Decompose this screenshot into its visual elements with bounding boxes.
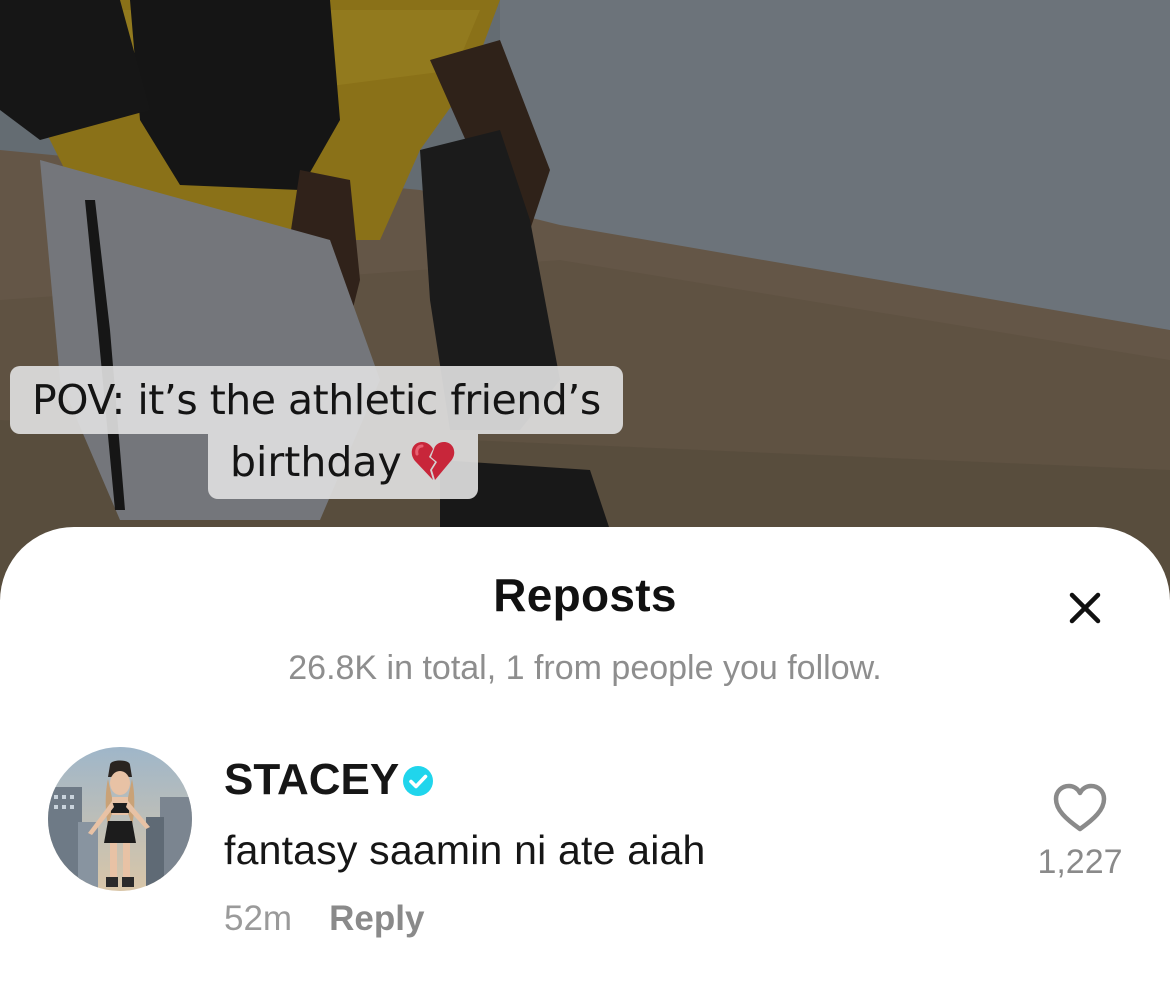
close-button[interactable]	[1064, 587, 1106, 629]
comment-text: fantasy saamin ni ate aiah	[224, 827, 706, 873]
reposts-sheet: Reposts 26.8K in total, 1 from people yo…	[0, 527, 1170, 983]
like-button[interactable]: 1,227	[1030, 783, 1130, 882]
close-icon	[1069, 592, 1101, 624]
avatar-image	[48, 747, 192, 891]
caption-line-2-text: birthday	[230, 438, 402, 486]
avatar[interactable]	[48, 747, 192, 891]
video-frame	[0, 0, 1170, 600]
like-count: 1,227	[1037, 843, 1123, 881]
repost-item: STACEY fantasy saamin ni ate aiah 52m Re…	[0, 745, 1170, 955]
heart-outline-icon	[1053, 783, 1107, 832]
repost-summary: 26.8K in total, 1 from people you follow…	[288, 649, 882, 687]
video-player[interactable]: POV: it’s the athletic friend’s birthday	[0, 0, 1170, 600]
username[interactable]: STACEY	[224, 755, 399, 805]
sheet-title: Reposts	[493, 569, 677, 621]
caption-line-2: birthday	[208, 434, 478, 499]
verified-badge-icon	[403, 766, 434, 796]
comment-meta: 52m Reply	[224, 899, 424, 939]
broken-heart-icon	[411, 442, 455, 480]
app-screen: POV: it’s the athletic friend’s birthday…	[0, 0, 1170, 983]
caption-line-1: POV: it’s the athletic friend’s	[10, 366, 623, 434]
username-row: STACEY	[224, 755, 434, 805]
reply-button[interactable]: Reply	[329, 899, 424, 939]
timestamp: 52m	[224, 899, 293, 938]
